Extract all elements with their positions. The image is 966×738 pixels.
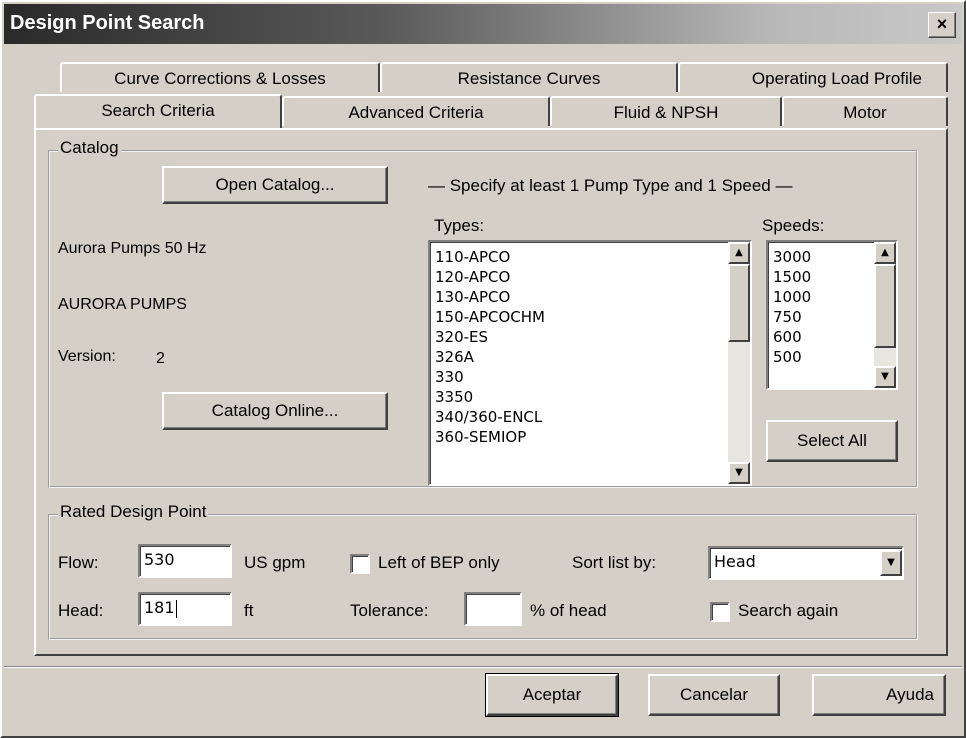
scroll-thumb[interactable] [728,264,750,342]
scroll-thumb[interactable] [874,264,896,348]
catalog-publisher: AURORA PUMPS [58,296,187,313]
flow-input[interactable]: 530 [138,544,232,578]
list-item[interactable]: 320-ES [432,327,726,347]
tab-curve-corrections[interactable]: Curve Corrections & Losses [60,62,380,92]
list-item[interactable]: 130-APCO [432,287,726,307]
tab-operating-load-profile[interactable]: Operating Load Profile [678,62,948,92]
version-value: 2 [156,350,165,367]
tab-search-criteria[interactable]: Search Criteria [34,94,282,128]
types-label: Types: [434,216,485,235]
catalog-name: Aurora Pumps 50 Hz [58,240,207,257]
help-button[interactable]: Ayuda [812,674,946,716]
tab-resistance-curves[interactable]: Resistance Curves [380,62,678,92]
list-item[interactable]: 750 [770,307,872,327]
tolerance-input[interactable] [464,592,522,626]
head-input[interactable]: 181 [138,592,232,626]
scroll-down-icon[interactable]: ▼ [874,366,896,388]
close-icon: × [936,14,948,34]
list-item[interactable]: 120-APCO [432,267,726,287]
pump-type-speed-instruction: — Specify at least 1 Pump Type and 1 Spe… [428,176,793,195]
rated-design-point-legend: Rated Design Point [58,502,209,522]
scroll-up-icon[interactable]: ▲ [874,242,896,264]
list-item[interactable]: 326A [432,347,726,367]
design-point-search-dialog: Design Point Search × Curve Corrections … [0,0,966,738]
catalog-legend: Catalog [58,138,121,158]
version-label: Version: [58,348,116,365]
sort-list-label: Sort list by: [572,553,657,572]
types-listbox[interactable]: 110-APCO 120-APCO 130-APCO 150-APCOCHM 3… [428,240,752,486]
speeds-listbox[interactable]: 3000 1500 1000 750 600 500 ▲ ▼ [766,240,898,390]
left-of-bep-label: Left of BEP only [378,553,500,572]
list-item[interactable]: 3000 [770,247,872,267]
head-label: Head: [58,601,104,620]
flow-label: Flow: [58,553,99,572]
list-item[interactable]: 1500 [770,267,872,287]
text-caret [175,599,177,618]
scroll-up-icon[interactable]: ▲ [728,242,750,264]
tolerance-label: Tolerance: [350,601,429,620]
tab-fluid-npsh[interactable]: Fluid & NPSH [550,96,782,126]
footer-separator [4,666,962,668]
catalog-online-button[interactable]: Catalog Online... [162,392,388,430]
flow-unit: US gpm [244,553,306,572]
list-item[interactable]: 330 [432,367,726,387]
list-item[interactable]: 3350 [432,387,726,407]
tolerance-unit: % of head [530,601,607,620]
scroll-down-icon[interactable]: ▼ [728,462,750,484]
list-item[interactable]: 1000 [770,287,872,307]
list-item[interactable]: 360-SEMIOP [432,427,726,447]
types-scrollbar[interactable]: ▲ ▼ [728,242,750,484]
left-of-bep-checkbox[interactable] [350,554,370,574]
sort-selected-value: Head [714,552,756,571]
cancel-button[interactable]: Cancelar [648,674,780,716]
search-again-checkbox[interactable] [710,602,730,622]
open-catalog-button[interactable]: Open Catalog... [162,166,388,204]
tab-panel-search-criteria: Catalog Open Catalog... — Specify at lea… [34,128,948,656]
tab-advanced-criteria[interactable]: Advanced Criteria [282,96,550,126]
speeds-label: Speeds: [762,216,825,235]
select-all-button[interactable]: Select All [766,420,898,462]
close-button[interactable]: × [928,12,956,38]
search-again-label: Search again [738,601,839,620]
tab-motor[interactable]: Motor [782,96,948,126]
list-item[interactable]: 500 [770,347,872,367]
ok-button[interactable]: Aceptar [485,673,619,717]
head-value: 181 [144,598,175,617]
list-item[interactable]: 340/360-ENCL [432,407,726,427]
chevron-down-icon[interactable]: ▼ [880,550,902,576]
list-item[interactable]: 150-APCOCHM [432,307,726,327]
list-item[interactable]: 600 [770,327,872,347]
window-title: Design Point Search [10,12,205,34]
speeds-scrollbar[interactable]: ▲ ▼ [874,242,896,388]
list-item[interactable]: 110-APCO [432,247,726,267]
title-bar[interactable]: Design Point Search × [4,4,962,44]
head-unit: ft [244,601,254,620]
sort-list-select[interactable]: Head ▼ [708,546,904,580]
